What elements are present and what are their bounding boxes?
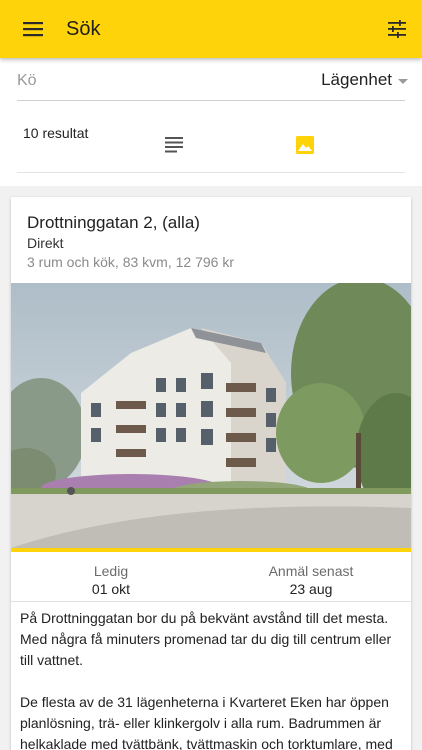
deadline-label: Anmäl senast xyxy=(268,563,354,579)
description-paragraph: På Drottninggatan bor du på bekvänt avst… xyxy=(20,610,392,668)
housing-type-dropdown[interactable]: Lägenhet xyxy=(321,70,408,90)
divider xyxy=(17,100,405,101)
deadline-value: 23 aug xyxy=(289,581,333,597)
list-view-icon[interactable] xyxy=(163,134,185,156)
search-filter-panel: Kö Lägenhet 10 resultat xyxy=(0,58,422,186)
listing-summary: 3 rum och kök, 83 kvm, 12 796 kr xyxy=(27,254,234,270)
tune-filter-icon[interactable] xyxy=(382,14,412,44)
listing-card[interactable]: Drottninggatan 2, (alla) Direkt 3 rum oc… xyxy=(11,197,411,750)
available-from: Ledig 01 okt xyxy=(11,552,211,601)
image-view-icon[interactable] xyxy=(294,134,316,156)
result-count: 10 resultat xyxy=(23,125,89,141)
description-paragraph: De flesta av de 31 lägenheterna i Kvarte… xyxy=(20,694,393,750)
listing-address: Drottninggatan 2, (alla) xyxy=(27,213,200,232)
divider xyxy=(17,172,405,173)
hamburger-menu-icon[interactable] xyxy=(0,0,66,58)
page-title: Sök xyxy=(66,17,101,40)
available-label: Ledig xyxy=(93,563,129,579)
dropdown-arrow-icon xyxy=(398,78,408,84)
listing-type: Direkt xyxy=(27,235,64,251)
listing-photo[interactable] xyxy=(11,283,411,548)
queue-field[interactable]: Kö xyxy=(17,72,37,90)
listing-description: På Drottninggatan bor du på bekvänt avst… xyxy=(20,608,406,750)
housing-type-value: Lägenhet xyxy=(321,70,392,89)
app-bar: Sök xyxy=(0,0,422,58)
apply-deadline: Anmäl senast 23 aug xyxy=(211,552,411,601)
available-value: 01 okt xyxy=(91,581,131,597)
date-info: Ledig 01 okt Anmäl senast 23 aug xyxy=(11,552,411,602)
